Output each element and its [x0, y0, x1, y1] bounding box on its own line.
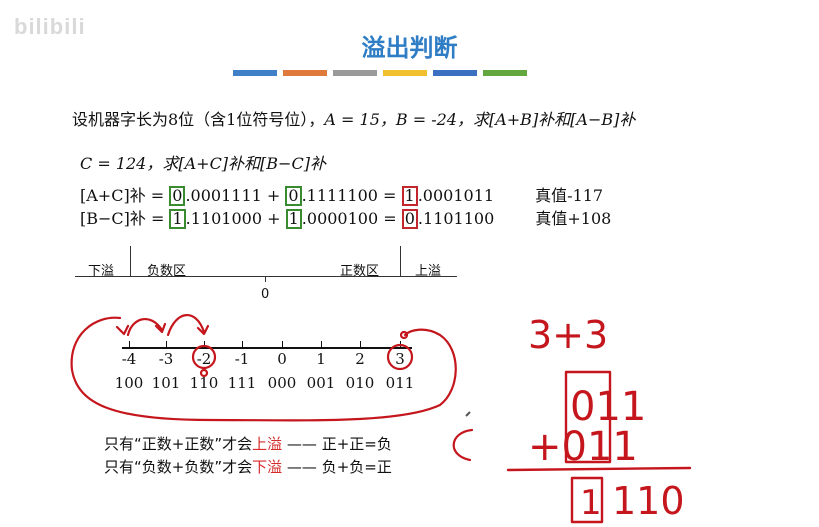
jump-arrow-2	[166, 314, 206, 337]
rule-text: 只有“正数+正数”才会	[104, 435, 253, 453]
arrow-head	[115, 324, 130, 336]
handwriting-row2: +011	[528, 424, 638, 470]
rule-highlight: 下溢	[252, 458, 283, 476]
handwriting-carry: 1	[580, 483, 602, 523]
rule-formula: 正+正=负	[321, 435, 392, 453]
rule-line-1: 只有“正数+正数”才会上溢 —— 正+正=负	[104, 433, 392, 454]
rule-text: 只有“负数+负数”才会	[104, 458, 253, 476]
rule-line-2: 只有“负数+负数”才会下溢 —— 负+负=正	[104, 456, 392, 477]
rule-dash: ——	[286, 435, 317, 453]
dot-marker	[199, 368, 209, 378]
bracket-annotation	[452, 428, 474, 462]
pen-cursor-icon	[465, 411, 471, 417]
handwriting-result: 110	[612, 479, 685, 523]
circle-3	[386, 343, 414, 371]
rule-formula: 负+负=正	[321, 458, 392, 476]
handwriting-top: 3+3	[528, 313, 608, 357]
circle-minus-2	[191, 344, 217, 370]
rule-dash: ——	[286, 458, 317, 476]
rule-highlight: 上溢	[252, 435, 283, 453]
